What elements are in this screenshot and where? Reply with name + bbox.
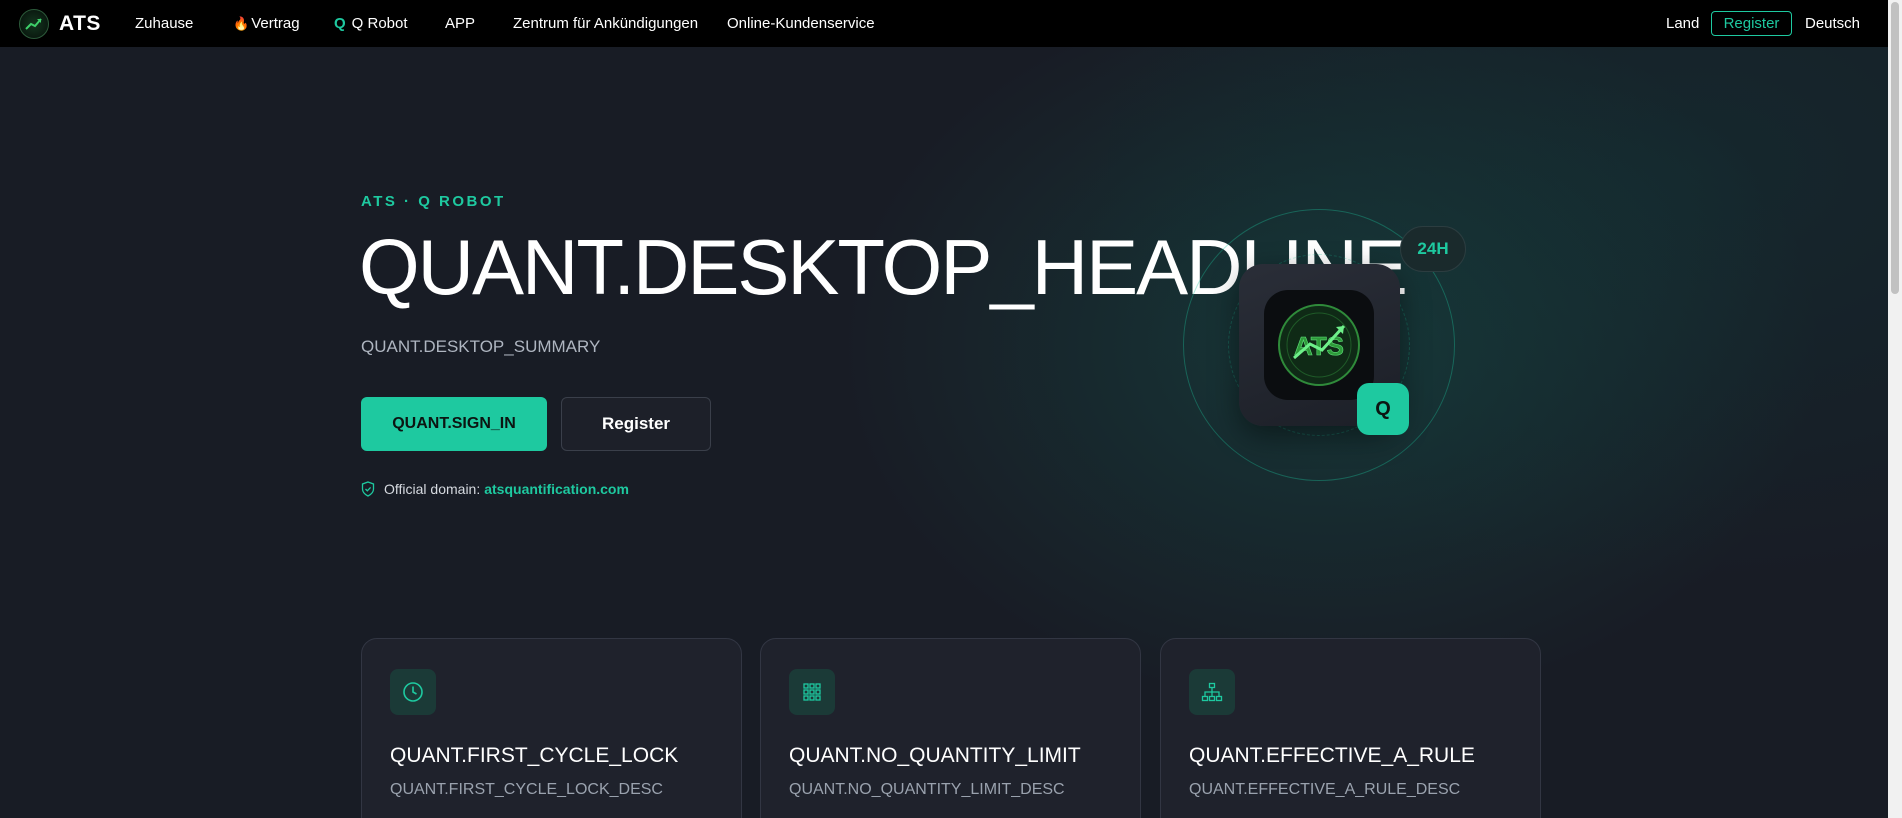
feature-desc: QUANT.FIRST_CYCLE_LOCK_DESC xyxy=(390,781,663,798)
nav-contract[interactable]: 🔥 Vertrag xyxy=(233,15,300,32)
nav-announcements[interactable]: Zentrum für Ankündigungen xyxy=(513,15,698,32)
q-badge: Q xyxy=(1357,383,1409,435)
hierarchy-icon xyxy=(1189,669,1235,715)
clock-icon xyxy=(390,669,436,715)
nav-home[interactable]: Zuhause xyxy=(135,15,193,32)
feature-card-effective-a-rule: QUANT.EFFECTIVE_A_RULE QUANT.EFFECTIVE_A… xyxy=(1160,638,1541,818)
feature-title: QUANT.FIRST_CYCLE_LOCK xyxy=(390,744,679,767)
top-navbar: ATS Zuhause 🔥 Vertrag Q Q Robot APP Zentru… xyxy=(0,0,1902,47)
domain-link[interactable]: atsquantification.com xyxy=(484,481,629,497)
official-domain: Official domain: atsquantification.com xyxy=(361,481,629,497)
scrollbar-thumb[interactable] xyxy=(1891,2,1899,294)
grid-icon xyxy=(789,669,835,715)
brand[interactable]: ATS xyxy=(19,8,101,39)
ats-app-logo-icon: ATS xyxy=(1264,290,1374,400)
nav-register-button[interactable]: Register xyxy=(1711,11,1792,36)
brand-name: ATS xyxy=(59,11,101,35)
q-robot-icon: Q xyxy=(334,15,346,32)
feature-title: QUANT.NO_QUANTITY_LIMIT xyxy=(789,744,1081,767)
24h-badge: 24H xyxy=(1400,226,1466,272)
register-button[interactable]: Register xyxy=(561,397,711,451)
flame-icon: 🔥 xyxy=(233,16,250,31)
shield-check-icon xyxy=(361,481,375,497)
nav-app[interactable]: APP xyxy=(445,15,475,32)
domain-label: Official domain: xyxy=(384,481,481,497)
nav-contract-label: Vertrag xyxy=(251,15,300,32)
feature-desc: QUANT.NO_QUANTITY_LIMIT_DESC xyxy=(789,781,1065,798)
nav-support[interactable]: Online-Kundenservice xyxy=(727,15,875,32)
nav-q-robot-label: Q Robot xyxy=(351,15,408,32)
feature-title: QUANT.EFFECTIVE_A_RULE xyxy=(1189,744,1475,767)
hero-eyebrow: ATS · Q ROBOT xyxy=(361,193,506,210)
brand-logo-icon xyxy=(19,8,49,39)
nav-q-robot[interactable]: Q Q Robot xyxy=(334,15,408,32)
hero-summary: QUANT.DESKTOP_SUMMARY xyxy=(361,337,601,356)
feature-card-no-quantity-limit: QUANT.NO_QUANTITY_LIMIT QUANT.NO_QUANTIT… xyxy=(760,638,1141,818)
language-selector[interactable]: Deutsch xyxy=(1805,15,1860,32)
feature-card-first-cycle-lock: QUANT.FIRST_CYCLE_LOCK QUANT.FIRST_CYCLE… xyxy=(361,638,742,818)
nav-land[interactable]: Land xyxy=(1666,15,1699,32)
sign-in-button[interactable]: QUANT.SIGN_IN xyxy=(361,397,547,451)
feature-desc: QUANT.EFFECTIVE_A_RULE_DESC xyxy=(1189,781,1461,798)
